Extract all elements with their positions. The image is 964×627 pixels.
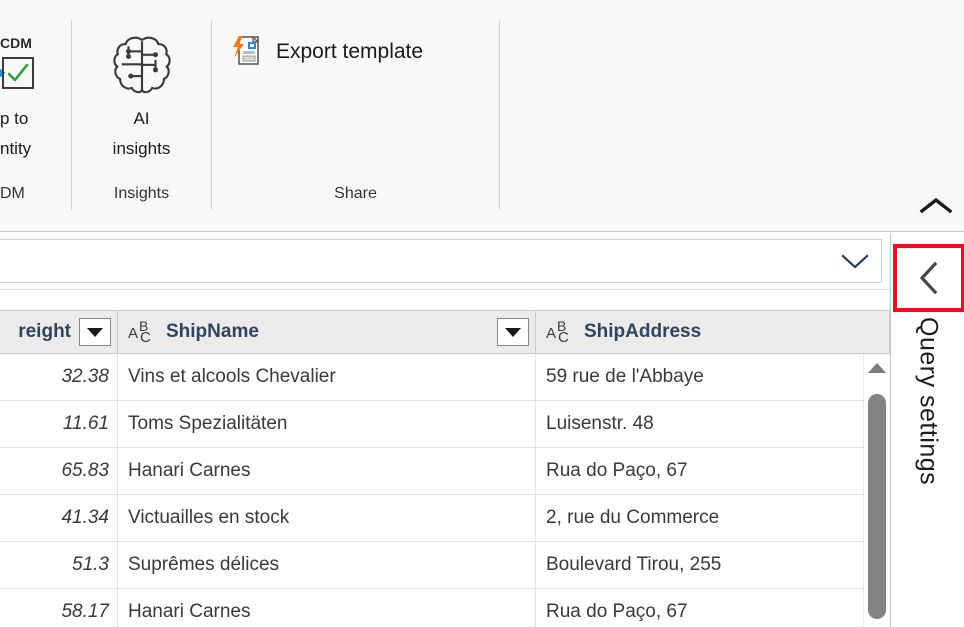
formula-input[interactable] — [0, 240, 829, 282]
ribbon-empty-label — [500, 178, 964, 210]
check-mark-icon — [4, 59, 32, 87]
data-preview-grid: reight ABC ShipName ABC ShipAddress — [0, 310, 890, 627]
table-row[interactable]: 58.17 Hanari Carnes Rua do Paço, 67 — [0, 589, 890, 627]
ribbon: CDM — [0, 0, 964, 232]
column-header-freight[interactable]: reight — [0, 311, 118, 353]
chevron-left-icon — [914, 260, 944, 296]
formula-bar-expand-button[interactable] — [829, 240, 881, 282]
text-type-icon: ABC — [128, 319, 158, 345]
table-row[interactable]: 65.83 Hanari Carnes Rua do Paço, 67 — [0, 448, 890, 495]
grid-body: 32.38 Vins et alcools Chevalier 59 rue d… — [0, 354, 890, 627]
ribbon-group-cdm-content: CDM — [0, 20, 71, 178]
cell-freight: 51.3 — [0, 542, 118, 588]
chevron-down-icon — [87, 328, 103, 337]
chevron-down-icon — [838, 251, 872, 271]
collapse-ribbon-button[interactable] — [914, 189, 958, 223]
cell-shipname: Suprêmes délices — [118, 542, 536, 588]
ai-insights-label-line2: insights — [113, 134, 171, 164]
export-template-icon — [230, 34, 264, 70]
formula-grid-separator — [0, 289, 890, 290]
ribbon-group-cdm-label: DM — [0, 178, 71, 210]
power-query-editor-window: CDM — [0, 0, 964, 627]
export-template-button[interactable]: Export template — [224, 30, 429, 74]
column-filter-button-shipname[interactable] — [497, 318, 529, 346]
cell-shipname: Victuailles en stock — [118, 495, 536, 541]
cell-shipaddress: Boulevard Tirou, 255 — [536, 542, 890, 588]
column-filter-button-freight[interactable] — [79, 318, 111, 346]
column-header-shipname[interactable]: ABC ShipName — [118, 311, 536, 353]
ribbon-groups: CDM — [0, 20, 964, 210]
chevron-down-icon — [505, 328, 521, 337]
text-type-icon: ABC — [546, 319, 576, 345]
ribbon-group-share: Export template Share — [212, 20, 500, 210]
grid-vertical-scrollbar[interactable] — [863, 354, 890, 627]
map-to-entity-icon: CDM — [0, 31, 32, 101]
table-row[interactable]: 51.3 Suprêmes délices Boulevard Tirou, 2… — [0, 542, 890, 589]
map-to-entity-label-line2: ntity — [0, 134, 71, 164]
map-to-entity-glyph: CDM — [0, 30, 71, 102]
formula-bar-container — [0, 233, 890, 289]
ribbon-group-insights: AI insights Insights — [72, 20, 212, 210]
column-header-shipname-label: ShipName — [166, 321, 259, 343]
ai-insights-glyph — [106, 30, 178, 102]
brain-icon — [106, 30, 178, 102]
cell-freight: 32.38 — [0, 354, 118, 400]
ribbon-group-insights-label: Insights — [72, 178, 211, 210]
table-row[interactable]: 41.34 Victuailles en stock 2, rue du Com… — [0, 495, 890, 542]
column-header-shipaddress-label: ShipAddress — [584, 321, 701, 343]
cell-shipaddress: Luisenstr. 48 — [536, 401, 890, 447]
cell-shipname: Toms Spezialitäten — [118, 401, 536, 447]
cell-shipaddress: 59 rue de l'Abbaye — [536, 354, 890, 400]
scrollbar-thumb[interactable] — [868, 394, 886, 619]
scroll-up-button[interactable] — [864, 354, 890, 382]
column-header-freight-label: reight — [18, 321, 71, 343]
cdm-icon-label: CDM — [0, 35, 32, 51]
formula-bar[interactable] — [0, 239, 882, 283]
cell-freight: 41.34 — [0, 495, 118, 541]
column-header-shipaddress[interactable]: ABC ShipAddress — [536, 311, 890, 353]
query-settings-title-text: Query settings — [914, 317, 943, 485]
ai-insights-button[interactable]: AI insights — [72, 26, 211, 164]
cell-shipname: Hanari Carnes — [118, 448, 536, 494]
ai-insights-label-line1: AI — [113, 104, 171, 134]
cell-freight: 11.61 — [0, 401, 118, 447]
table-row[interactable]: 32.38 Vins et alcools Chevalier 59 rue d… — [0, 354, 890, 401]
ai-insights-label: AI insights — [113, 104, 171, 164]
query-settings-title: Query settings — [891, 317, 964, 617]
cell-shipname: Hanari Carnes — [118, 589, 536, 627]
cell-shipname: Vins et alcools Chevalier — [118, 354, 536, 400]
map-to-entity-label: p to ntity — [0, 104, 71, 164]
export-template-label: Export template — [276, 40, 423, 64]
cell-shipaddress: Rua do Paço, 67 — [536, 589, 890, 627]
expand-query-settings-button[interactable] — [893, 244, 964, 312]
map-to-entity-label-line1: p to — [0, 104, 71, 134]
query-settings-pane-collapsed: Query settings — [890, 233, 964, 627]
ribbon-group-cdm: CDM — [0, 20, 72, 210]
triangle-up-icon — [868, 363, 886, 373]
cell-shipaddress: Rua do Paço, 67 — [536, 448, 890, 494]
table-row[interactable]: 11.61 Toms Spezialitäten Luisenstr. 48 — [0, 401, 890, 448]
cell-freight: 58.17 — [0, 589, 118, 627]
cell-shipaddress: 2, rue du Commerce — [536, 495, 890, 541]
grid-header-row: reight ABC ShipName ABC ShipAddress — [0, 310, 890, 354]
ribbon-group-share-content: Export template — [212, 20, 499, 178]
ribbon-group-insights-content: AI insights — [72, 20, 211, 178]
ribbon-group-share-label: Share — [212, 178, 499, 210]
map-to-entity-button[interactable]: CDM — [0, 26, 71, 164]
ribbon-empty-area — [500, 20, 964, 210]
ribbon-empty-content — [500, 20, 964, 178]
cell-freight: 65.83 — [0, 448, 118, 494]
chevron-up-icon — [919, 196, 953, 216]
